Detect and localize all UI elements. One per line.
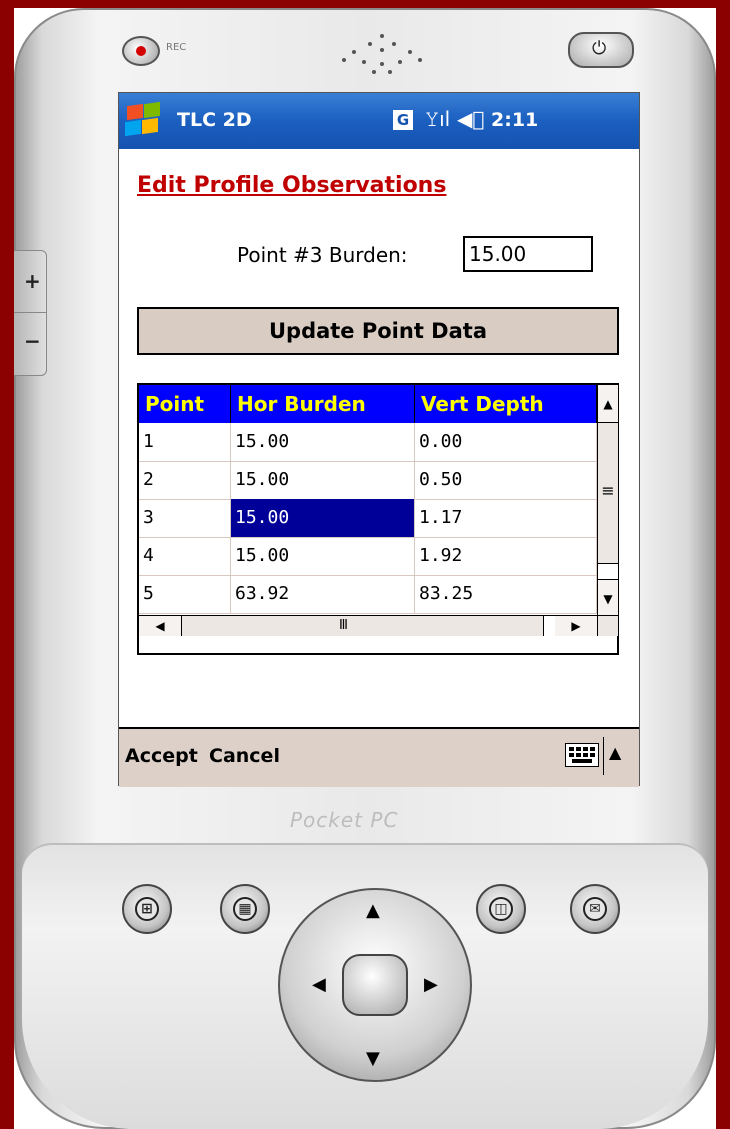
dpad-left-icon[interactable]: ◀ xyxy=(312,974,326,995)
volume-icon[interactable]: ◀ﾞ xyxy=(457,107,484,131)
table-row[interactable]: 4 15.00 1.92 xyxy=(139,537,597,576)
observations-grid[interactable]: Point Hor Burden Vert Depth 1 15.00 0.00… xyxy=(137,383,619,655)
contacts-icon: ◫ xyxy=(489,897,513,921)
table-row[interactable]: 1 15.00 0.00 xyxy=(139,423,597,462)
input-menu-arrow-icon[interactable]: ▲ xyxy=(609,743,621,762)
calendar-button[interactable]: ▦ xyxy=(220,884,270,934)
pocketpc-logo: Pocket PC xyxy=(290,808,399,832)
table-row[interactable]: 2 15.00 0.50 xyxy=(139,461,597,500)
volume-down-button[interactable]: − xyxy=(14,312,47,376)
cell-point[interactable]: 5 xyxy=(139,575,231,613)
dpad-right-icon[interactable]: ▶ xyxy=(424,974,438,995)
power-icon: ⏻ xyxy=(592,38,607,59)
network-type-badge[interactable]: G xyxy=(393,110,413,130)
burden-input[interactable] xyxy=(463,236,593,272)
scroll-down-icon[interactable]: ▼ xyxy=(598,579,618,615)
cell-point[interactable]: 3 xyxy=(139,499,231,537)
record-button[interactable] xyxy=(122,36,160,66)
windows-start-icon[interactable] xyxy=(123,101,163,139)
cell-vert-depth[interactable]: 83.25 xyxy=(415,575,597,613)
background-border-right xyxy=(716,0,730,1129)
record-icon xyxy=(136,46,146,56)
scroll-grip-icon: Ⅲ xyxy=(339,618,348,633)
cell-hor-burden[interactable]: 15.00 xyxy=(231,537,415,575)
softbar-divider xyxy=(603,737,604,775)
scroll-up-icon[interactable]: ▲ xyxy=(598,385,618,423)
scroll-left-icon[interactable]: ◀ xyxy=(139,616,182,636)
table-row[interactable]: 5 63.92 83.25 xyxy=(139,575,597,614)
background-border-top xyxy=(0,0,730,8)
cell-point[interactable]: 2 xyxy=(139,461,231,499)
volume-up-button[interactable]: + xyxy=(14,250,47,314)
cell-point[interactable]: 4 xyxy=(139,537,231,575)
softkey-bar: Accept Cancel ▲ xyxy=(119,727,639,787)
contacts-button[interactable]: ◫ xyxy=(476,884,526,934)
table-row-selected[interactable]: 3 15.00 1.17 xyxy=(139,499,597,538)
cell-hor-burden-selected[interactable]: 15.00 xyxy=(231,499,415,537)
minus-icon: − xyxy=(24,329,41,353)
mail-icon: ✉ xyxy=(583,897,607,921)
scroll-right-icon[interactable]: ▶ xyxy=(555,616,597,636)
cell-vert-depth[interactable]: 1.92 xyxy=(415,537,597,575)
cell-hor-burden[interactable]: 15.00 xyxy=(231,423,415,461)
device-screen: TLC 2D G 𝚈ıl ◀ﾞ 2:11 Edit Profile Observ… xyxy=(118,92,640,787)
signal-icon[interactable]: 𝚈ıl xyxy=(425,107,450,131)
plus-icon: + xyxy=(24,269,41,293)
column-header-vert-depth[interactable]: Vert Depth xyxy=(415,385,597,423)
vertical-scrollbar[interactable]: ▲ ≡ ▼ xyxy=(597,385,618,615)
background-border-left xyxy=(0,0,14,1129)
column-header-hor-burden[interactable]: Hor Burden xyxy=(231,385,415,423)
dpad-up-icon[interactable]: ▲ xyxy=(366,900,380,921)
power-button[interactable]: ⏻ xyxy=(568,32,634,68)
cell-vert-depth[interactable]: 0.00 xyxy=(415,423,597,461)
cell-point[interactable]: 1 xyxy=(139,423,231,461)
cell-vert-depth[interactable]: 0.50 xyxy=(415,461,597,499)
dpad-center-button[interactable] xyxy=(342,954,408,1016)
cell-vert-depth[interactable]: 1.17 xyxy=(415,499,597,537)
navigation-pad[interactable]: ▲ ▼ ◀ ▶ xyxy=(278,888,472,1082)
dpad-down-icon[interactable]: ▼ xyxy=(366,1048,380,1069)
mail-button[interactable]: ✉ xyxy=(570,884,620,934)
cancel-softkey[interactable]: Cancel xyxy=(209,745,280,767)
update-point-data-button[interactable]: Update Point Data xyxy=(137,307,619,355)
start-icon: ⊞ xyxy=(135,897,159,921)
speaker-grille xyxy=(332,28,432,78)
clock[interactable]: 2:11 xyxy=(491,109,538,131)
cell-hor-burden[interactable]: 63.92 xyxy=(231,575,415,613)
column-header-point[interactable]: Point xyxy=(139,385,231,423)
title-bar: TLC 2D G 𝚈ıl ◀ﾞ 2:11 xyxy=(119,93,639,149)
scrollbar-corner xyxy=(597,615,618,636)
cell-hor-burden[interactable]: 15.00 xyxy=(231,461,415,499)
calendar-icon: ▦ xyxy=(233,897,257,921)
horizontal-scrollbar[interactable]: ◀ Ⅲ ▶ xyxy=(139,615,597,636)
accept-softkey[interactable]: Accept xyxy=(125,745,198,767)
keyboard-icon[interactable] xyxy=(565,743,599,767)
page-heading: Edit Profile Observations xyxy=(137,173,447,198)
grid-header: Point Hor Burden Vert Depth xyxy=(139,385,597,423)
app-title: TLC 2D xyxy=(177,109,252,131)
burden-label: Point #3 Burden: xyxy=(237,243,408,267)
record-label: REC xyxy=(166,42,187,53)
start-button[interactable]: ⊞ xyxy=(122,884,172,934)
scroll-grip-icon: ≡ xyxy=(601,481,615,500)
